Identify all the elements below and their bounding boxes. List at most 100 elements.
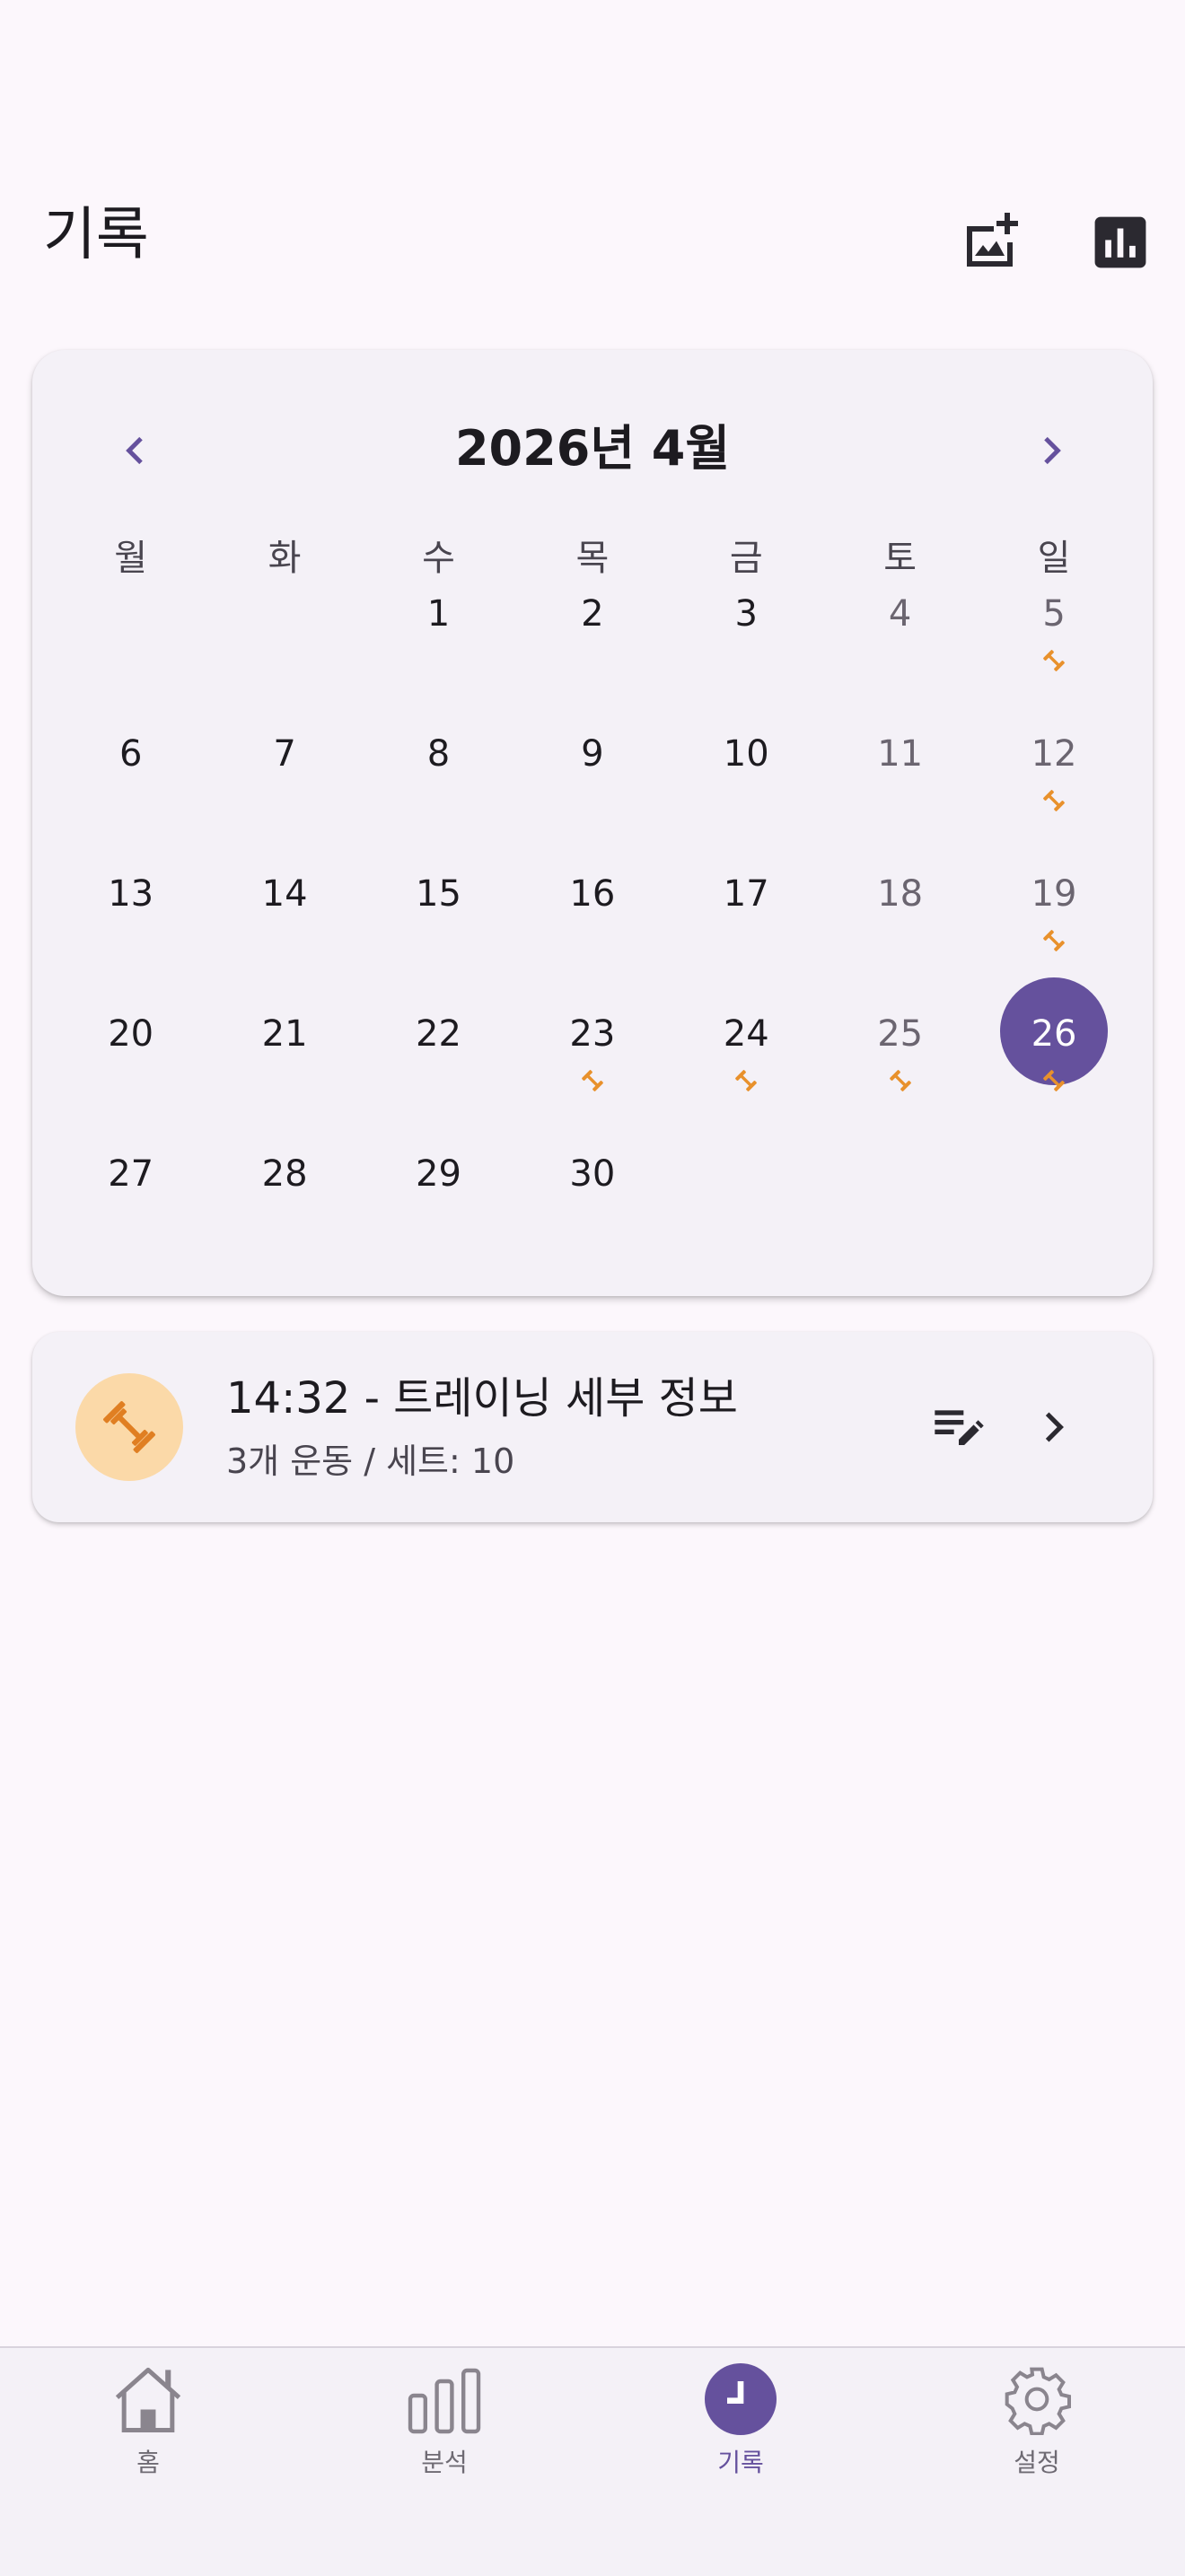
nav-item-settings[interactable]: 설정	[889, 2348, 1185, 2576]
chevron-right-icon	[1045, 1412, 1064, 1442]
day-number: 16	[569, 873, 616, 915]
calendar-day[interactable]: 23	[515, 996, 669, 1131]
calendar-day[interactable]: 7	[207, 716, 361, 851]
calendar-day[interactable]: 19	[977, 856, 1130, 991]
day-number: 26	[1031, 1013, 1077, 1055]
day-number: 30	[569, 1153, 616, 1195]
calendar-day[interactable]: 2	[515, 576, 669, 711]
day-number: 11	[877, 733, 924, 775]
calendar-day[interactable]: 30	[515, 1136, 669, 1271]
workout-summary: 3개 운동 / 세트: 10	[226, 1441, 515, 1481]
calendar-day[interactable]: 14	[207, 856, 361, 991]
calendar-day[interactable]: 1	[362, 576, 515, 711]
day-number: 17	[723, 873, 769, 915]
calendar-day[interactable]: 17	[670, 856, 823, 991]
open-workout-button[interactable]	[1016, 1389, 1092, 1465]
calendar-day[interactable]: 20	[54, 996, 207, 1131]
clock-icon	[592, 2359, 889, 2440]
day-number: 23	[569, 1013, 616, 1055]
day-number: 18	[877, 873, 924, 915]
calendar-week-row: 1 2 3 4 5	[54, 576, 1131, 711]
day-number: 5	[1042, 593, 1066, 635]
calendar-day[interactable]: 24	[670, 996, 823, 1131]
day-number: 22	[416, 1013, 461, 1055]
bar-chart-icon	[296, 2359, 592, 2440]
nav-label: 설정	[1014, 2448, 1060, 2477]
day-number: 6	[118, 733, 143, 775]
calendar-day[interactable]: 11	[823, 716, 977, 851]
calendar-empty-cell	[977, 1136, 1130, 1271]
nav-item-analysis[interactable]: 분석	[296, 2348, 592, 2576]
day-number: 29	[416, 1153, 461, 1195]
calendar-empty-cell	[823, 1136, 977, 1271]
calendar-day[interactable]: 18	[823, 856, 977, 991]
calendar-day[interactable]: 8	[362, 716, 515, 851]
calendar-day[interactable]: 25	[823, 996, 977, 1131]
statistics-button[interactable]	[1083, 205, 1158, 280]
calendar-day[interactable]: 10	[670, 716, 823, 851]
calendar-day[interactable]: 6	[54, 716, 207, 851]
nav-label: 분석	[421, 2448, 468, 2477]
calendar-day[interactable]: 28	[207, 1136, 361, 1271]
calendar-day[interactable]: 27	[54, 1136, 207, 1271]
calendar-day[interactable]: 29	[362, 1136, 515, 1271]
calendar-week-row: 20 21 22 23 24 25 26	[54, 977, 1131, 1131]
workout-title: 14:32 - 트레이닝 세부 정보	[226, 1373, 738, 1424]
calendar-day[interactable]: 12	[977, 716, 1130, 851]
calendar-day[interactable]: 9	[515, 716, 669, 851]
day-number: 2	[581, 593, 604, 635]
day-number: 1	[426, 593, 451, 635]
dumbbell-icon	[103, 1401, 155, 1453]
calendar-day[interactable]: 22	[362, 996, 515, 1131]
add-photo-icon	[967, 213, 1018, 267]
workout-card[interactable]: 14:32 - 트레이닝 세부 정보 3개 운동 / 세트: 10	[32, 1332, 1153, 1522]
day-number: 28	[261, 1153, 308, 1195]
day-number: 19	[1031, 873, 1077, 915]
nav-label: 기록	[717, 2448, 764, 2477]
nav-label: 홈	[136, 2448, 160, 2477]
next-month-button[interactable]	[1014, 415, 1086, 486]
chevron-right-icon	[1044, 436, 1061, 465]
day-number: 21	[261, 1013, 308, 1055]
page-title: 기록	[43, 202, 149, 268]
day-number: 20	[108, 1013, 154, 1055]
workout-marker-icon	[670, 1068, 823, 1095]
workout-marker-icon	[977, 1068, 1130, 1095]
day-number: 10	[723, 733, 769, 775]
bottom-navigation: 홈 분석 기록 설정	[0, 2346, 1185, 2576]
month-title: 2026년 4월	[454, 420, 731, 477]
calendar-day[interactable]: 21	[207, 996, 361, 1131]
workout-marker-icon	[977, 648, 1130, 675]
nav-item-home[interactable]: 홈	[0, 2348, 296, 2576]
calendar-week-row: 27 28 29 30	[54, 1136, 1131, 1271]
day-number: 14	[261, 873, 308, 915]
edit-notes-button[interactable]	[921, 1389, 996, 1465]
calendar-day[interactable]: 4	[823, 576, 977, 711]
bar-chart-icon	[1094, 216, 1146, 268]
day-number: 27	[108, 1153, 154, 1195]
calendar-day[interactable]: 15	[362, 856, 515, 991]
calendar-day[interactable]: 16	[515, 856, 669, 991]
calendar-empty-cell	[670, 1136, 823, 1271]
day-number: 15	[416, 873, 461, 915]
calendar-day[interactable]: 3	[670, 576, 823, 711]
calendar-day[interactable]: 26	[977, 977, 1130, 1131]
workout-marker-icon	[977, 788, 1130, 815]
day-number: 24	[723, 1013, 769, 1055]
workout-avatar	[75, 1373, 183, 1481]
workout-marker-icon	[977, 928, 1130, 955]
add-photo-button[interactable]	[953, 205, 1029, 280]
home-icon	[0, 2359, 296, 2440]
nav-item-history[interactable]: 기록	[592, 2348, 889, 2576]
calendar-day[interactable]: 5	[977, 576, 1130, 711]
day-number: 12	[1031, 733, 1077, 775]
edit-notes-icon	[935, 1410, 984, 1445]
day-number: 7	[273, 733, 296, 775]
workout-marker-icon	[823, 1068, 977, 1095]
day-number: 13	[108, 873, 154, 915]
day-number: 8	[426, 733, 451, 775]
calendar-day[interactable]: 13	[54, 856, 207, 991]
calendar-empty-cell	[54, 576, 207, 711]
workout-marker-icon	[515, 1068, 669, 1095]
calendar-empty-cell	[207, 576, 361, 711]
